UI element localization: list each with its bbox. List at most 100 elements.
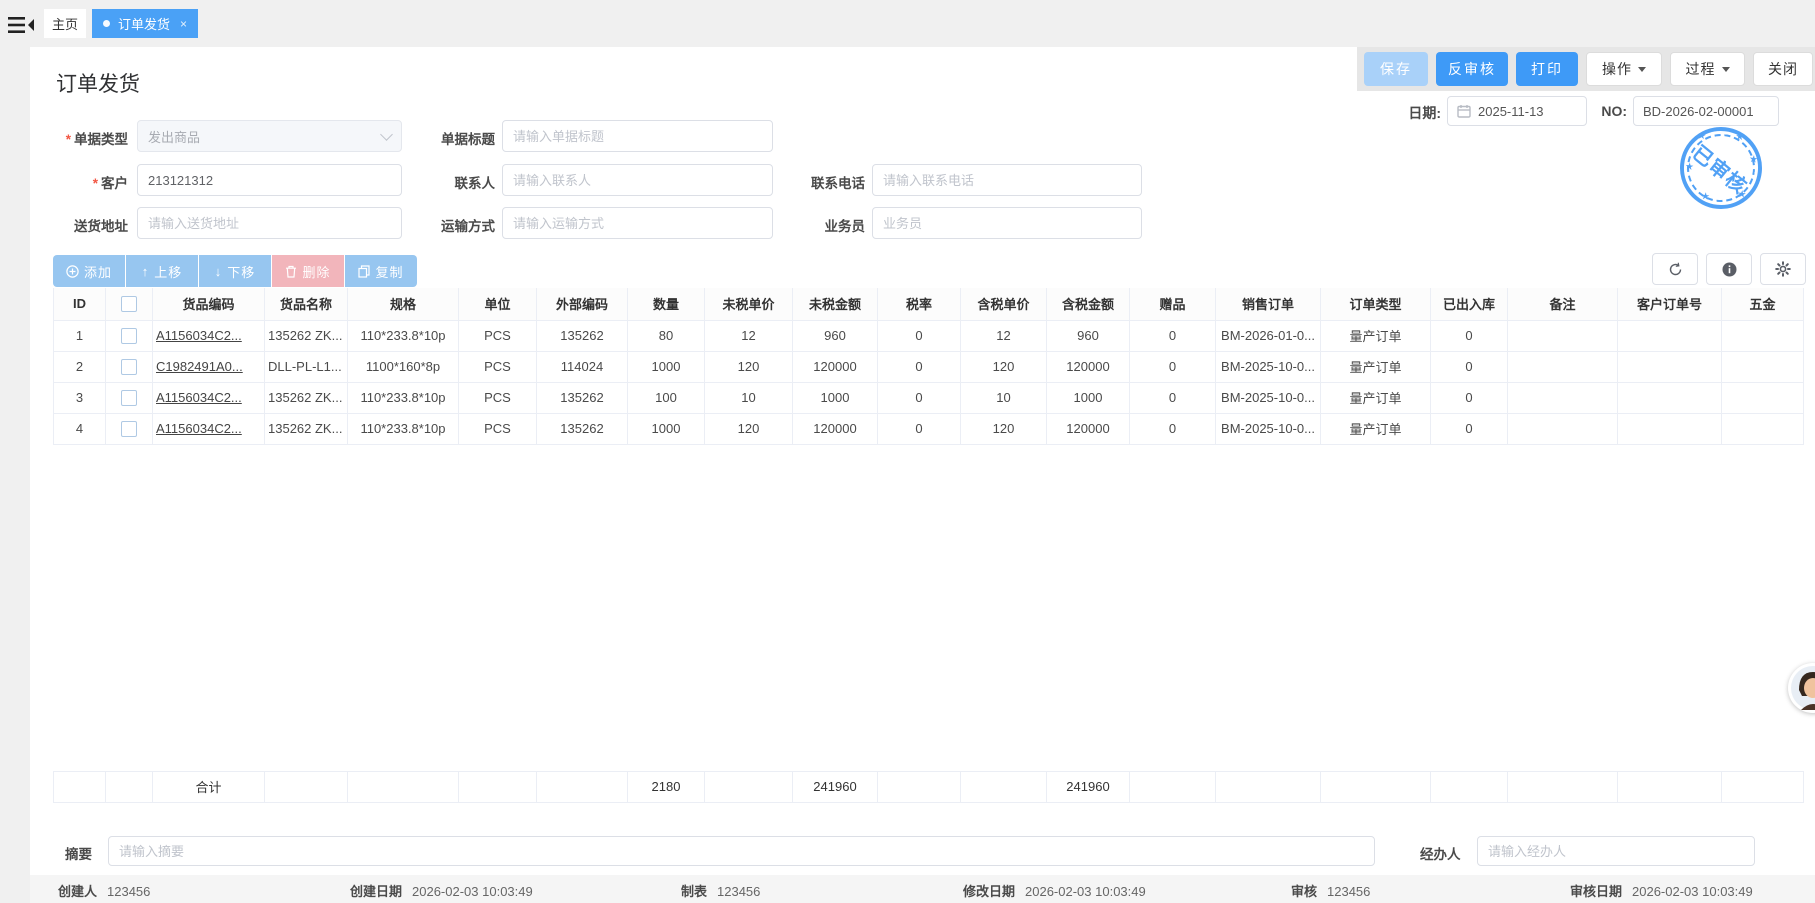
tabulator-field: 制表123456 [681,881,760,900]
cell [1618,320,1722,351]
column-header: 五金 [1722,288,1804,320]
close-button[interactable]: 关闭 [1753,52,1813,86]
gear-icon [1775,261,1791,277]
delete-row-button[interactable]: 删除 [272,255,345,287]
cell: 110*233.8*10p [348,413,459,444]
cell: 0 [1431,382,1508,413]
column-header: 货品编码 [153,288,265,320]
select-all-checkbox[interactable] [121,296,137,312]
column-header: 货品名称 [265,288,348,320]
item-code-link[interactable]: A1156034C2... [156,421,242,436]
line-items-table: ID货品编码货品名称规格单位外部编码数量未税单价未税金额税率含税单价含税金额赠品… [53,288,1803,803]
cell: 12 [705,320,793,351]
cell: 135262 [537,413,628,444]
salesman-input[interactable] [872,207,1142,239]
item-code-link[interactable]: A1156034C2... [156,328,242,343]
delete-row-label: 删除 [302,262,330,281]
process-dropdown-button[interactable]: 过程 [1670,52,1745,86]
customer-input[interactable] [137,164,402,196]
doc-type-label: *单据类型 [18,128,128,148]
cell: 0 [1431,413,1508,444]
move-down-button[interactable]: ↓ 下移 [199,255,272,287]
info-button[interactable] [1706,253,1752,285]
required-mark: * [66,132,71,147]
column-header: 含税金额 [1047,288,1130,320]
person-icon [1791,666,1815,710]
calendar-icon [1457,104,1471,118]
address-input[interactable] [137,207,402,239]
cell: C1982491A0... [153,351,265,382]
item-code-link[interactable]: A1156034C2... [156,390,242,405]
select-all-header[interactable] [106,288,153,320]
cell [1508,320,1618,351]
table-row: 1A1156034C2...135262 ZK...110*233.8*10pP… [54,320,1804,351]
date-picker[interactable]: 2025-11-13 [1447,96,1587,126]
cell: 3 [54,382,106,413]
create-date-field: 创建日期2026-02-03 10:03:49 [350,881,533,900]
cell: 量产订单 [1321,351,1431,382]
operate-dropdown-button[interactable]: 操作 [1586,52,1662,86]
cell: 0 [878,413,961,444]
transport-input[interactable] [502,207,773,239]
arrow-up-icon: ↑ [142,264,150,279]
cell: 量产订单 [1321,382,1431,413]
doc-type-select[interactable]: 发出商品 [137,120,402,152]
cell [459,771,537,802]
print-button[interactable]: 打印 [1516,52,1578,86]
cell: BM-2026-01-0... [1216,320,1321,351]
cell [1321,771,1431,802]
menu-fold-icon[interactable] [8,15,34,40]
cell: 1000 [793,382,878,413]
item-code-link[interactable]: C1982491A0... [156,359,243,374]
cell: A1156034C2... [153,382,265,413]
row-checkbox[interactable] [121,359,137,375]
cell: 量产订单 [1321,320,1431,351]
cell: 12 [961,320,1047,351]
row-checkbox[interactable] [121,421,137,437]
row-checkbox[interactable] [121,390,137,406]
table-header-row: ID货品编码货品名称规格单位外部编码数量未税单价未税金额税率含税单价含税金额赠品… [54,288,1804,320]
cell: 80 [628,320,705,351]
doc-title-input[interactable] [502,120,773,152]
tab-order-shipment[interactable]: 订单发货 × [92,9,198,38]
cell: 10 [705,382,793,413]
auditor-field: 审核123456 [1291,881,1370,900]
customer-label: *客户 [18,172,128,192]
move-up-button[interactable]: ↑ 上移 [126,255,199,287]
action-button-strip: 保存 反审核 打印 操作 过程 关闭 [1357,47,1815,91]
phone-input[interactable] [872,164,1142,196]
tab-home[interactable]: 主页 [44,9,86,38]
contact-label: 联系人 [385,172,495,192]
cell: 10 [961,382,1047,413]
cell: PCS [459,320,537,351]
refresh-button[interactable] [1652,253,1698,285]
save-button[interactable]: 保存 [1364,52,1428,86]
cell: 114024 [537,351,628,382]
cell [106,413,153,444]
copy-row-button[interactable]: 复制 [345,255,417,287]
add-row-button[interactable]: 添加 [53,255,126,287]
column-header: 备注 [1508,288,1618,320]
unaudit-button[interactable]: 反审核 [1436,52,1508,86]
cell: PCS [459,413,537,444]
agent-input[interactable] [1477,836,1755,866]
cell: BM-2025-10-0... [1216,351,1321,382]
settings-button[interactable] [1760,253,1806,285]
column-header: 外部编码 [537,288,628,320]
transport-label: 运输方式 [385,215,495,235]
contact-input[interactable] [502,164,773,196]
copy-icon [358,265,370,278]
column-header: 客户订单号 [1618,288,1722,320]
summary-input[interactable] [108,836,1375,866]
cell: 100 [628,382,705,413]
cell: 120000 [1047,413,1130,444]
cell: 1000 [1047,382,1130,413]
cell: 1000 [628,413,705,444]
cell: 1000 [628,351,705,382]
cell [961,771,1047,802]
tab-close-icon[interactable]: × [180,17,187,31]
cell [106,771,153,802]
row-checkbox[interactable] [121,328,137,344]
cell: 0 [878,320,961,351]
cell: 135262 ZK... [265,382,348,413]
